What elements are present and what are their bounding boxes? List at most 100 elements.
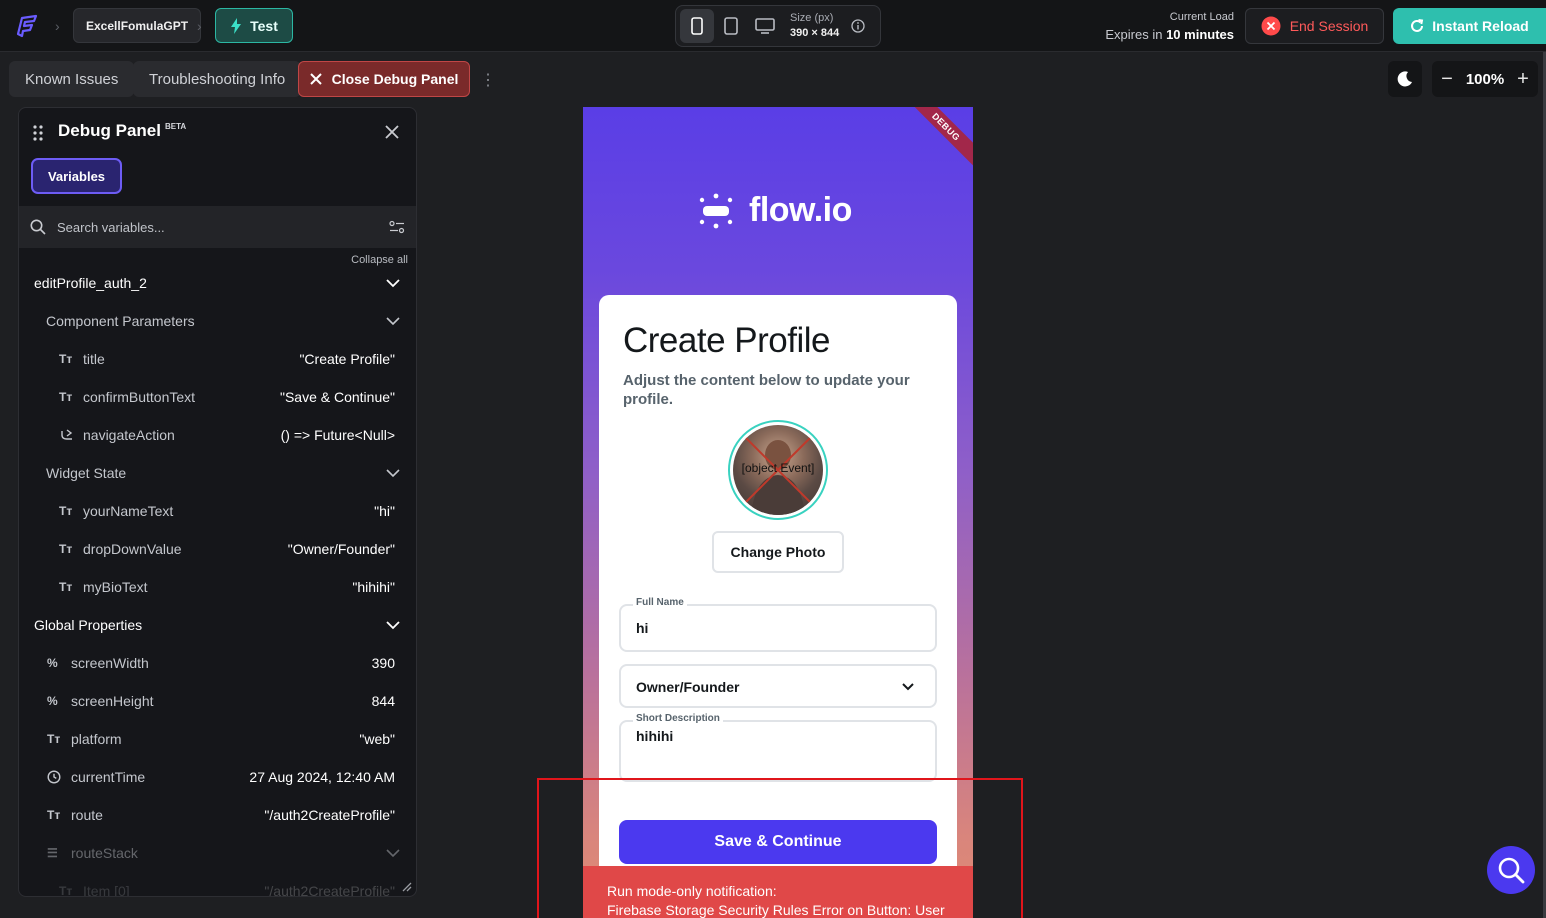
expiry-text: Expires in 10 minutes (1105, 26, 1234, 43)
full-name-field[interactable]: Full Name hi (619, 597, 937, 652)
debug-ribbon: DEBUG (901, 107, 973, 172)
beta-badge: BETA (165, 122, 187, 131)
variable-name: myBioText (83, 579, 148, 595)
variable-value: "Save & Continue" (279, 389, 395, 405)
zoom-controls: − 100% + (1432, 61, 1538, 97)
short-description-label: Short Description (633, 713, 723, 724)
variable-value: "hi" (374, 503, 395, 519)
text-type-icon: Tт (59, 884, 73, 897)
lightning-icon (231, 17, 242, 34)
variable-value: "/auth2CreateProfile" (264, 807, 395, 823)
debug-panel: Debug Panel BETA Variables Collapse all … (18, 107, 417, 897)
known-issues-button[interactable]: Known Issues (9, 61, 135, 97)
variable-row[interactable]: Tт platform "web" (19, 720, 416, 758)
tab-variables[interactable]: Variables (31, 158, 122, 194)
project-name-button[interactable]: ExcellFomulaGPT (73, 8, 202, 43)
variable-row[interactable]: Tт confirmButtonText "Save & Continue" (19, 378, 416, 416)
more-options-icon[interactable]: ⋮ (480, 70, 496, 90)
role-dropdown[interactable]: Owner/Founder (619, 664, 937, 708)
tree-section-global-properties[interactable]: Global Properties (19, 606, 416, 644)
variable-name: screenWidth (71, 655, 149, 671)
tree-section-component[interactable]: editProfile_auth_2 (19, 264, 416, 302)
close-icon (309, 73, 322, 85)
variable-tree: editProfile_auth_2 Component Parameters … (19, 264, 416, 897)
variable-row[interactable]: % screenWidth 390 (19, 644, 416, 682)
variable-name: platform (71, 731, 122, 747)
variable-row[interactable]: navigateAction () => Future<Null> (19, 416, 416, 454)
debug-panel-header: Debug Panel BETA (19, 108, 416, 156)
text-type-icon: Tт (59, 390, 73, 404)
close-debug-panel-button[interactable]: Close Debug Panel (298, 61, 470, 97)
tablet-device-button[interactable] (714, 9, 748, 43)
resize-handle-icon[interactable] (402, 882, 412, 892)
text-type-icon: Tт (59, 504, 73, 518)
number-type-icon: % (47, 656, 58, 670)
variable-row[interactable]: Tт title "Create Profile" (19, 340, 416, 378)
zoom-in-icon[interactable]: + (1516, 69, 1530, 89)
component-name: editProfile_auth_2 (34, 275, 147, 291)
chevron-down-icon (386, 469, 400, 478)
desktop-device-button[interactable] (748, 9, 782, 43)
debug-panel-title: Debug Panel (58, 121, 161, 140)
variable-row[interactable]: % screenHeight 844 (19, 682, 416, 720)
search-variables-input[interactable] (57, 219, 389, 235)
variable-name: dropDownValue (83, 541, 182, 557)
chevron-down-icon (386, 849, 400, 858)
avatar[interactable]: [object Event] (728, 420, 828, 520)
flow-logo-icon (699, 193, 733, 228)
info-icon[interactable] (851, 19, 865, 33)
change-photo-button[interactable]: Change Photo (712, 531, 844, 573)
variable-name: screenHeight (71, 693, 154, 709)
avatar-alt-text: [object Event] (741, 461, 815, 475)
variable-value: "hihihi" (352, 579, 395, 595)
variable-row-route-stack[interactable]: ☰ routeStack (19, 834, 416, 872)
moon-icon (1397, 71, 1412, 87)
help-search-button[interactable] (1487, 846, 1535, 894)
close-icon[interactable] (384, 124, 400, 140)
flutterflow-logo-icon[interactable] (12, 12, 40, 40)
chevron-down-icon (386, 279, 400, 288)
variable-name: confirmButtonText (83, 389, 196, 405)
expiry-prefix: Expires in (1105, 27, 1163, 42)
breadcrumb-separator-icon: › (55, 18, 60, 34)
reload-icon (1411, 19, 1424, 32)
size-label: Size (px) (790, 12, 834, 24)
variable-row[interactable]: Tт yourNameText "hi" (19, 492, 416, 530)
avatar-image: [object Event] (733, 425, 823, 515)
page-subtitle: Adjust the content below to update your … (623, 372, 910, 408)
save-continue-button[interactable]: Save & Continue (619, 820, 937, 864)
variable-row[interactable]: Tт myBioText "hihihi" (19, 568, 416, 606)
variable-search-bar (19, 206, 416, 248)
current-load-info: Current Load Expires in 10 minutes (1105, 9, 1234, 43)
mobile-device-button[interactable] (680, 9, 714, 43)
short-description-field[interactable]: Short Description hihihi (619, 713, 937, 782)
test-mode-button[interactable]: Test (215, 8, 293, 43)
instant-reload-label: Instant Reload (1432, 18, 1529, 34)
drag-handle-icon[interactable] (33, 125, 43, 141)
brand-logo: flow.io (699, 191, 852, 230)
tree-subsection-component-params[interactable]: Component Parameters (19, 302, 416, 340)
close-debug-label: Close Debug Panel (331, 71, 459, 87)
close-circle-icon (1261, 16, 1281, 36)
troubleshooting-info-button[interactable]: Troubleshooting Info (133, 61, 302, 97)
tree-subsection-widget-state[interactable]: Widget State (19, 454, 416, 492)
variable-row[interactable]: Tт dropDownValue "Owner/Founder" (19, 530, 416, 568)
number-type-icon: % (47, 694, 58, 708)
variable-row[interactable]: Tт Item [0] "/auth2CreateProfile" (19, 872, 416, 897)
variable-row[interactable]: currentTime 27 Aug 2024, 12:40 AM (19, 758, 416, 796)
variable-value: "/auth2CreateProfile" (264, 883, 395, 897)
variable-name: navigateAction (83, 427, 175, 443)
action-type-icon (59, 427, 81, 443)
instant-reload-button[interactable]: Instant Reload (1393, 8, 1546, 44)
widget-state-label: Widget State (46, 465, 127, 481)
variable-value: "Owner/Founder" (287, 541, 395, 557)
text-type-icon: Tт (59, 352, 73, 366)
zoom-out-icon[interactable]: − (1440, 69, 1454, 89)
variable-row[interactable]: Tт route "/auth2CreateProfile" (19, 796, 416, 834)
search-icon (1498, 857, 1525, 884)
end-session-button[interactable]: End Session (1245, 8, 1384, 44)
variable-value: "Create Profile" (299, 351, 395, 367)
dark-mode-toggle[interactable] (1388, 61, 1422, 97)
variable-value: 27 Aug 2024, 12:40 AM (249, 769, 395, 785)
filter-icon[interactable] (389, 220, 405, 234)
